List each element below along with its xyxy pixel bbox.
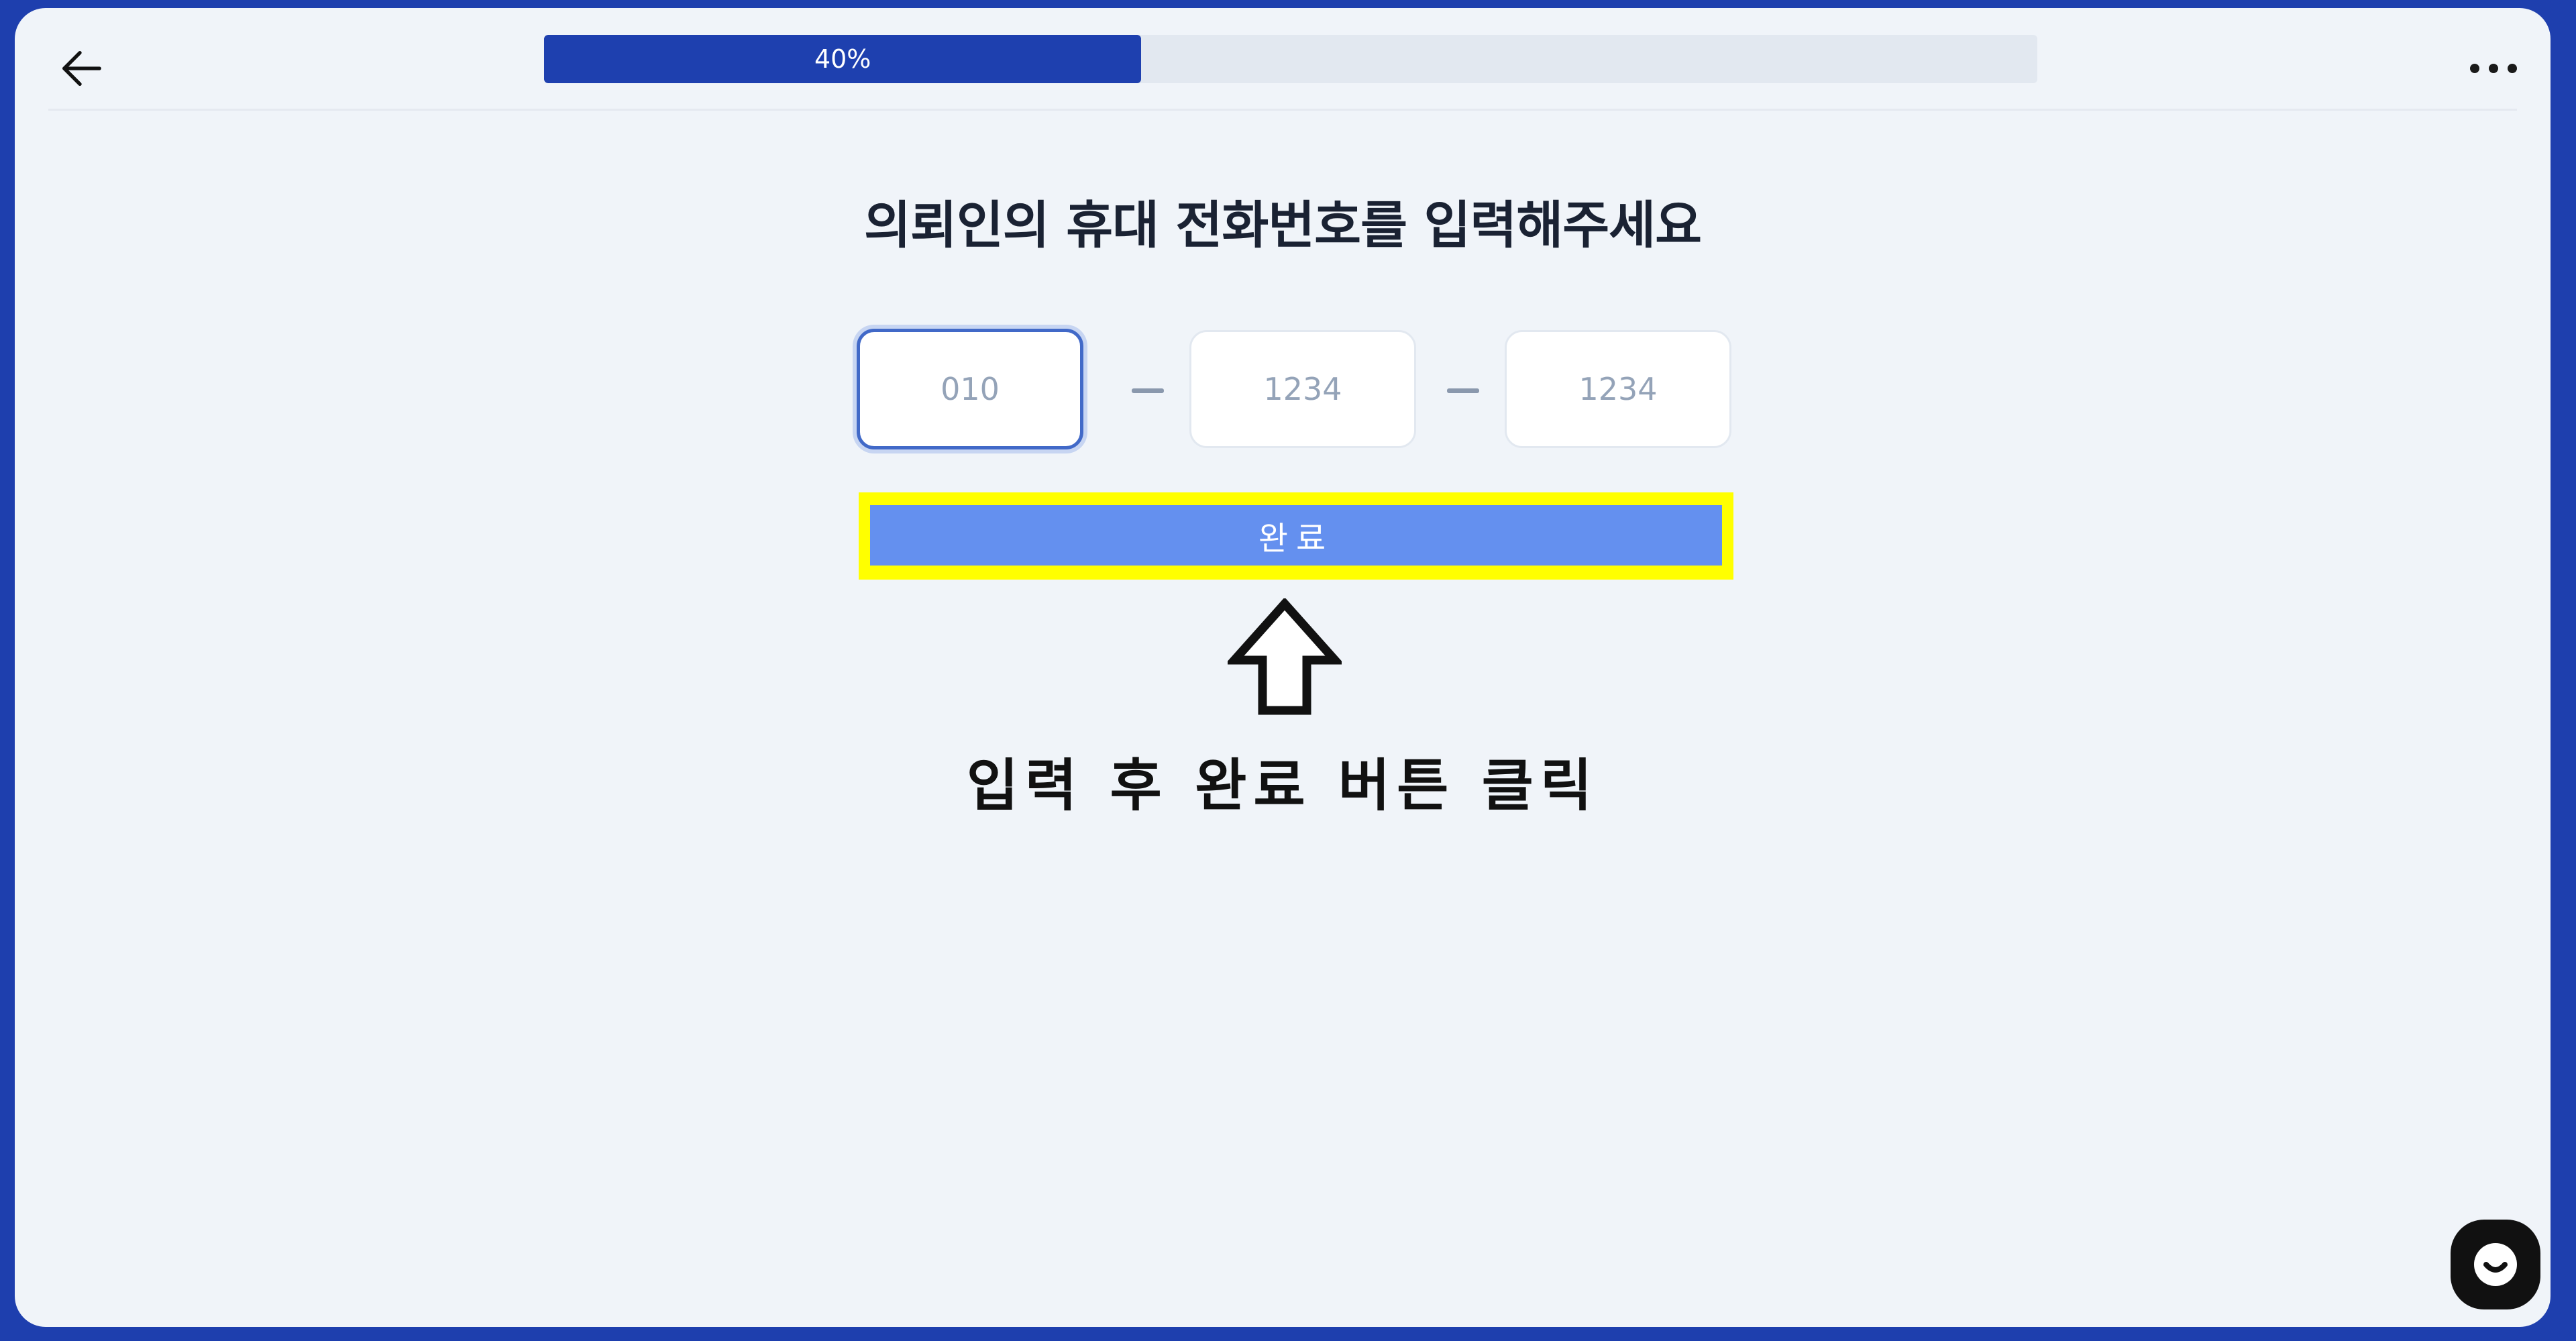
page-title: 의뢰인의 휴대 전화번호를 입력해주세요 bbox=[863, 195, 1702, 255]
progress-label: 40% bbox=[814, 44, 871, 74]
more-options-button[interactable] bbox=[2463, 38, 2524, 99]
chat-smile-icon bbox=[2474, 1243, 2517, 1286]
progress-bar: 40% bbox=[544, 35, 2037, 83]
phone-part2-input[interactable] bbox=[1189, 330, 1416, 448]
arrow-up-outline-icon bbox=[1228, 598, 1342, 715]
progress-fill: 40% bbox=[544, 35, 1142, 83]
back-button[interactable] bbox=[52, 38, 112, 99]
phone-number-group bbox=[857, 322, 1735, 449]
chat-button[interactable] bbox=[2451, 1220, 2540, 1309]
submit-button[interactable]: 완료 bbox=[870, 505, 1722, 566]
phone-separator-1 bbox=[1132, 388, 1164, 393]
phone-part1-input[interactable] bbox=[857, 329, 1083, 449]
instruction-text: 입력 후 완료 버튼 클릭 bbox=[966, 753, 1599, 818]
phone-part3-input[interactable] bbox=[1505, 330, 1731, 448]
more-horizontal-icon bbox=[2470, 64, 2517, 73]
header-divider bbox=[48, 109, 2517, 111]
app-window: 40% 의뢰인의 휴대 전화번호를 입력해주세요 완료 입력 후 완료 버튼 클… bbox=[15, 8, 2551, 1327]
arrow-left-icon bbox=[62, 51, 101, 86]
phone-separator-2 bbox=[1447, 388, 1479, 393]
